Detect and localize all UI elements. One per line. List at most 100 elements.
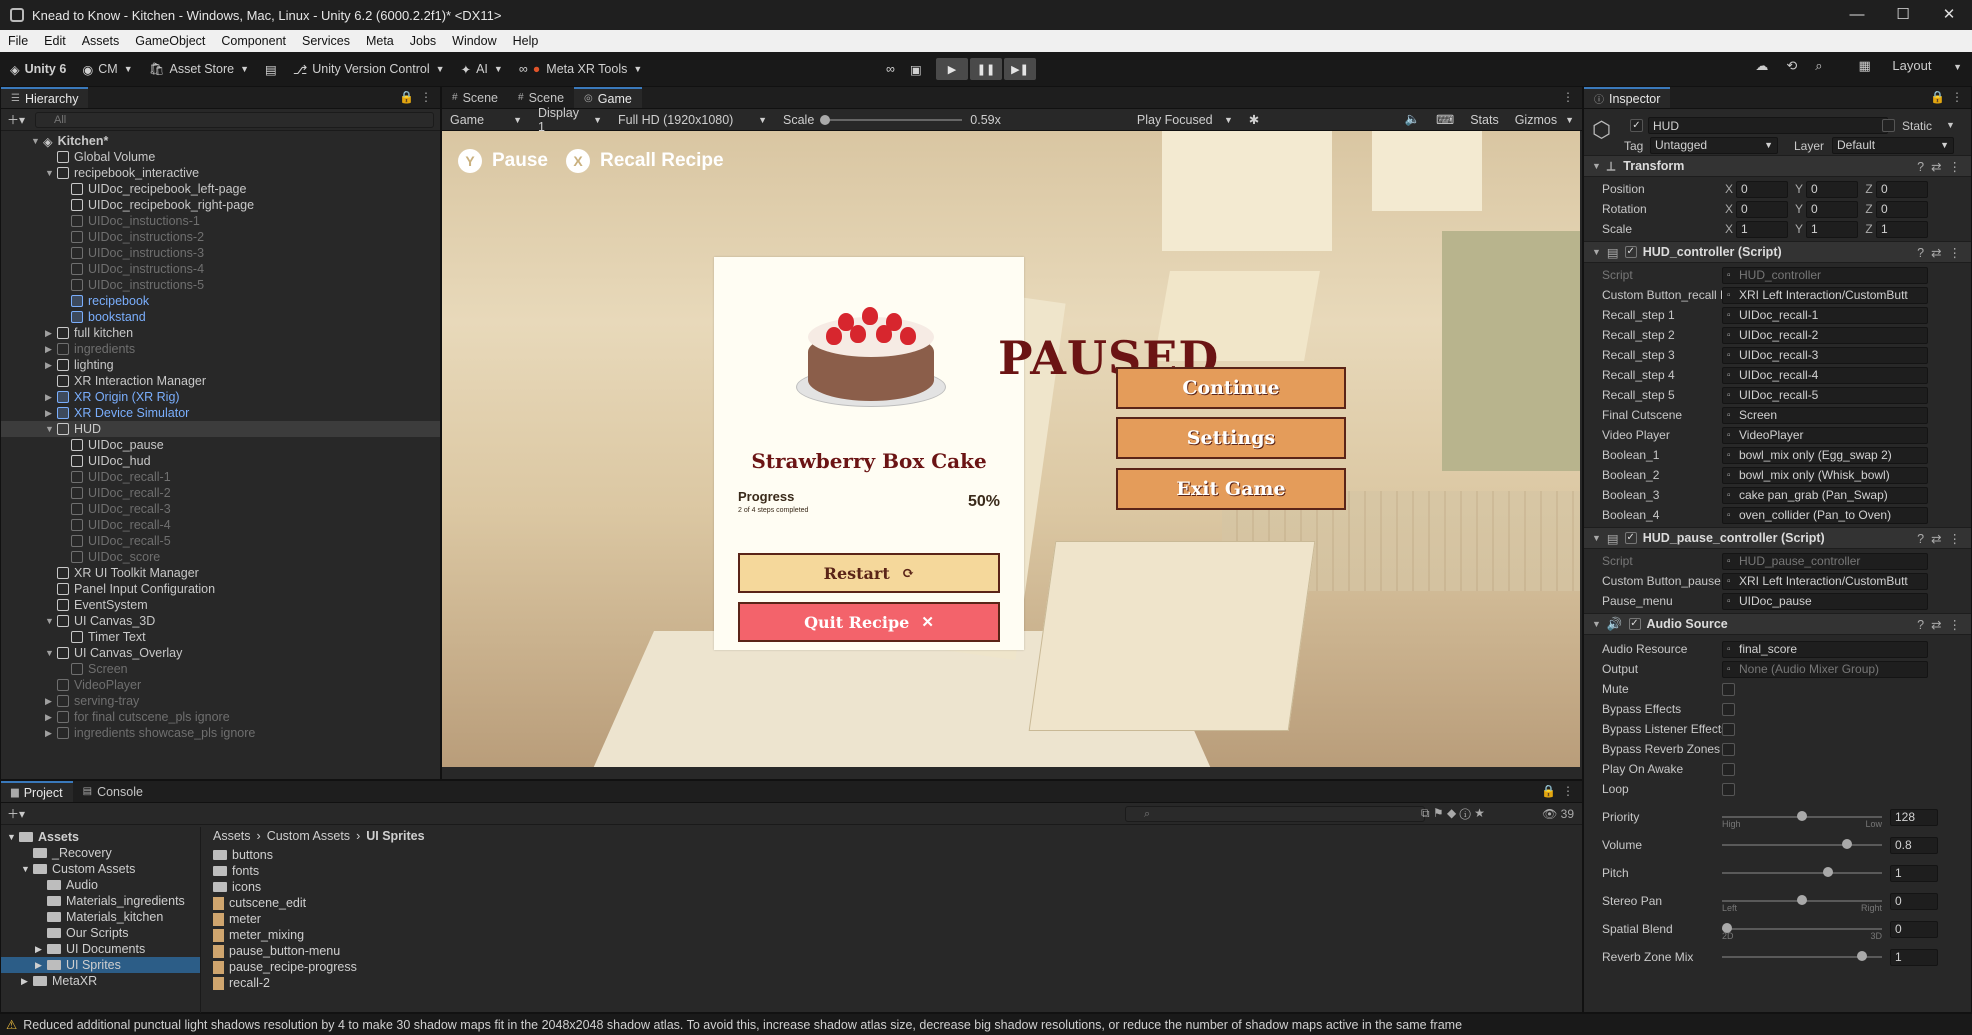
exit-game-button[interactable]: Exit Game xyxy=(1116,468,1346,510)
component-menu-icons[interactable]: ? ⇄ ⋮ xyxy=(1917,159,1961,174)
pause-button[interactable]: ❚❚ xyxy=(970,58,1002,80)
object-reference-field[interactable]: UIDoc_recall-4 xyxy=(1722,366,1928,384)
stats-toggle[interactable]: Stats xyxy=(1462,113,1507,127)
account-dropdown[interactable]: ◉ CM ▼ xyxy=(76,58,138,80)
hierarchy-row[interactable]: UIDoc_recall-5 xyxy=(1,533,440,549)
device-button[interactable]: ▣ xyxy=(904,58,928,80)
close-button[interactable]: ✕ xyxy=(1926,0,1972,30)
cloud-icon[interactable]: ☁ xyxy=(1755,58,1768,74)
hierarchy-row[interactable]: UIDoc_pause xyxy=(1,437,440,453)
component-enabled-checkbox[interactable]: ✓ xyxy=(1624,532,1637,544)
component-menu-icons[interactable]: ? ⇄ ⋮ xyxy=(1917,245,1961,260)
hierarchy-row[interactable]: UIDoc_score xyxy=(1,549,440,565)
meta-xr-dropdown[interactable]: ∞ ● Meta XR Tools ▼ xyxy=(513,58,648,80)
project-folder-row[interactable]: ▼ Assets xyxy=(1,829,200,845)
search-icon[interactable]: ⌕ xyxy=(1815,58,1822,74)
menu-edit[interactable]: Edit xyxy=(36,34,74,48)
display-dropdown[interactable]: Display 1 ▼ xyxy=(530,106,610,134)
slider-value-input[interactable]: 1 xyxy=(1890,948,1938,966)
hierarchy-row[interactable]: UIDoc_instuctions-1 xyxy=(1,213,440,229)
hierarchy-row[interactable]: ▼ recipebook_interactive xyxy=(1,165,440,181)
value-slider[interactable] xyxy=(1722,835,1882,855)
minimize-button[interactable]: — xyxy=(1834,0,1880,30)
project-asset-row[interactable]: meter xyxy=(213,911,357,927)
project-folder-row[interactable]: Audio xyxy=(1,877,200,893)
asset-store-dropdown[interactable]: 🛍 Asset Store ▼ xyxy=(143,58,255,80)
tab-project[interactable]: ▆ Project xyxy=(1,781,73,802)
quit-recipe-button[interactable]: Quit Recipe ✕ xyxy=(738,602,1000,642)
hierarchy-row[interactable]: UIDoc_recipebook_left-page xyxy=(1,181,440,197)
menu-file[interactable]: File xyxy=(0,34,36,48)
value-slider[interactable] xyxy=(1722,863,1882,883)
object-reference-field[interactable]: UIDoc_recall-1 xyxy=(1722,306,1928,324)
axis-y-input[interactable]: 0 xyxy=(1806,180,1858,198)
expand-arrow-icon[interactable]: ▼ xyxy=(7,832,19,842)
status-message[interactable]: Reduced additional punctual light shadow… xyxy=(23,1018,1462,1032)
object-reference-field[interactable]: bowl_mix only (Egg_swap 2) xyxy=(1722,446,1928,464)
project-asset-row[interactable]: fonts xyxy=(213,863,357,879)
ai-dropdown[interactable]: ✦ AI ▼ xyxy=(455,58,509,80)
axis-y-input[interactable]: 1 xyxy=(1806,220,1858,238)
filter-icons[interactable]: ⧉ ⚑ ◆ ⓘ ★ xyxy=(1421,806,1485,821)
settings-button[interactable]: Settings xyxy=(1116,417,1346,459)
toggle-checkbox[interactable] xyxy=(1722,782,1735,796)
project-asset-row[interactable]: cutscene_edit xyxy=(213,895,357,911)
object-reference-field[interactable]: UIDoc_recall-5 xyxy=(1722,386,1928,404)
project-asset-row[interactable]: meter_mixing xyxy=(213,927,357,943)
restart-button[interactable]: Restart ⟳ xyxy=(738,553,1000,593)
output-field[interactable]: None (Audio Mixer Group) xyxy=(1722,660,1928,678)
axis-x-input[interactable]: 0 xyxy=(1736,200,1788,218)
hierarchy-row[interactable]: Timer Text xyxy=(1,629,440,645)
project-folder-row[interactable]: _Recovery xyxy=(1,845,200,861)
project-folder-row[interactable]: Our Scripts xyxy=(1,925,200,941)
expand-arrow-icon[interactable]: ▶ xyxy=(45,392,57,403)
component-menu-icons[interactable]: ? ⇄ ⋮ xyxy=(1917,531,1961,546)
object-reference-field[interactable]: UIDoc_recall-3 xyxy=(1722,346,1928,364)
menu-help[interactable]: Help xyxy=(505,34,547,48)
resolution-dropdown[interactable]: Full HD (1920x1080) ▼ xyxy=(610,113,775,127)
hierarchy-row[interactable]: ▶ ingredients xyxy=(1,341,440,357)
hierarchy-row[interactable]: UIDoc_instructions-3 xyxy=(1,245,440,261)
expand-arrow-icon[interactable]: ▶ xyxy=(45,712,57,723)
hierarchy-row[interactable]: Panel Input Configuration xyxy=(1,581,440,597)
object-reference-field[interactable]: cake pan_grab (Pan_Swap) xyxy=(1722,486,1928,504)
axis-y-input[interactable]: 0 xyxy=(1806,200,1858,218)
toggle-checkbox[interactable] xyxy=(1722,722,1735,736)
slider-value-input[interactable]: 128 xyxy=(1890,808,1938,826)
expand-arrow-icon[interactable]: ▶ xyxy=(45,360,57,371)
active-checkbox[interactable]: ✓ xyxy=(1630,119,1643,132)
hierarchy-row[interactable]: ▼ UI Canvas_Overlay xyxy=(1,645,440,661)
hierarchy-row[interactable]: ▼ ◈ Kitchen* xyxy=(1,133,440,149)
hierarchy-row[interactable]: UIDoc_recipebook_right-page xyxy=(1,197,440,213)
hierarchy-row[interactable]: UIDoc_recall-3 xyxy=(1,501,440,517)
more-options-icon[interactable]: ⋮ xyxy=(1562,90,1574,104)
expand-arrow-icon[interactable]: ▶ xyxy=(45,696,57,707)
hud-pause-controller-header[interactable]: ▼ ▤ ✓ HUD_pause_controller (Script) ? ⇄ … xyxy=(1584,527,1971,549)
slider-knob[interactable] xyxy=(1822,867,1833,877)
breadcrumb-item[interactable]: Assets xyxy=(213,829,251,843)
project-folder-row[interactable]: ▶ UI Sprites xyxy=(1,957,200,973)
hierarchy-row[interactable]: UIDoc_instructions-4 xyxy=(1,261,440,277)
layer-dropdown[interactable]: Default ▼ xyxy=(1832,137,1954,154)
hierarchy-row[interactable]: EventSystem xyxy=(1,597,440,613)
lock-icon[interactable]: 🔒 xyxy=(1930,90,1945,104)
toggle-checkbox[interactable] xyxy=(1722,762,1735,776)
axis-z-input[interactable]: 1 xyxy=(1876,220,1928,238)
chevron-down-icon[interactable]: ▼ xyxy=(1946,120,1955,130)
hierarchy-row[interactable]: UIDoc_recall-2 xyxy=(1,485,440,501)
slider-value-input[interactable]: 1 xyxy=(1890,864,1938,882)
hierarchy-row[interactable]: recipebook xyxy=(1,293,440,309)
project-folder-row[interactable]: Materials_ingredients xyxy=(1,893,200,909)
project-asset-row[interactable]: pause_button-menu xyxy=(213,943,357,959)
project-asset-row[interactable]: recall-2 xyxy=(213,975,357,991)
project-asset-row[interactable]: pause_recipe-progress xyxy=(213,959,357,975)
toggle-checkbox[interactable] xyxy=(1722,702,1735,716)
menu-component[interactable]: Component xyxy=(213,34,294,48)
axis-x-input[interactable]: 1 xyxy=(1736,220,1788,238)
hierarchy-row[interactable]: UIDoc_instructions-2 xyxy=(1,229,440,245)
audio-source-header[interactable]: ▼ 🔊 ✓ Audio Source ? ⇄ ⋮ xyxy=(1584,613,1971,635)
hierarchy-row[interactable]: Screen xyxy=(1,661,440,677)
value-slider[interactable] xyxy=(1722,947,1882,967)
hierarchy-row[interactable]: ▶ XR Device Simulator xyxy=(1,405,440,421)
component-menu-icons[interactable]: ? ⇄ ⋮ xyxy=(1917,617,1961,632)
